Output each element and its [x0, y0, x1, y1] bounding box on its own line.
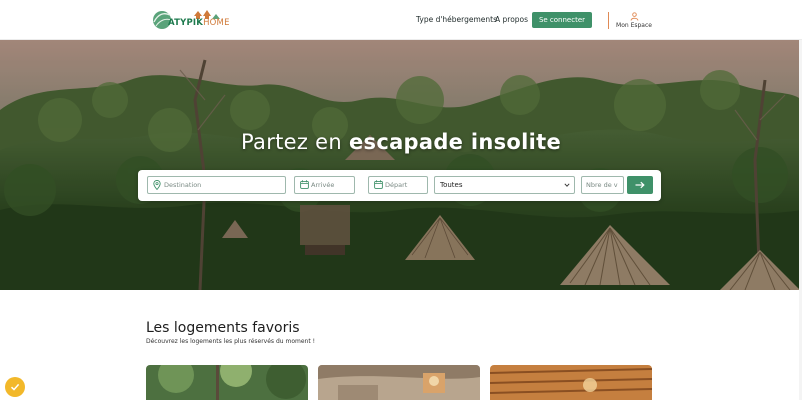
chevron-down-icon	[564, 183, 570, 187]
guests-count-field[interactable]: Nbre de v	[581, 176, 624, 194]
hero-title-regular: Partez en	[241, 130, 349, 154]
listing-photo-wooden-interior	[490, 365, 652, 400]
hero-title-bold: escapade insolite	[348, 130, 561, 154]
listing-photo-forest	[146, 365, 308, 400]
jungle-treehouse-photo	[0, 40, 802, 290]
favorites-heading: Les logements favoris	[146, 320, 300, 336]
brand-name-part1: ATYPIK	[168, 18, 204, 28]
nav-divider	[608, 12, 609, 29]
help-bubble-button[interactable]	[5, 377, 25, 397]
destination-placeholder: Destination	[164, 181, 202, 189]
atypikhome-logo[interactable]: ATYPIKHOME	[150, 8, 229, 32]
search-bar: Destination Arrivée Départ Toutes Nbre d…	[138, 170, 661, 201]
brand-name-part2: HOME	[203, 18, 230, 28]
listing-card[interactable]	[146, 365, 308, 400]
hero-title: Partez en escapade insolite	[0, 130, 802, 154]
mon-espace-label: Mon Espace	[616, 22, 652, 29]
arrivee-placeholder: Arrivée	[311, 181, 335, 189]
user-icon	[630, 12, 638, 21]
check-icon	[10, 383, 20, 391]
listing-card[interactable]	[318, 365, 480, 400]
search-submit-button[interactable]	[627, 176, 653, 194]
depart-placeholder: Départ	[385, 181, 408, 189]
location-pin-icon	[153, 180, 161, 190]
listing-photo-cave-room	[318, 365, 480, 400]
hero-banner: Partez en escapade insolite Destination …	[0, 40, 802, 290]
calendar-icon	[300, 180, 309, 189]
guests-placeholder: Nbre de v	[586, 181, 618, 189]
nav-a-propos-link[interactable]: A propos	[495, 15, 528, 24]
listing-card[interactable]	[490, 365, 652, 400]
arrivee-date-field[interactable]: Arrivée	[294, 176, 355, 194]
arrow-right-icon	[635, 181, 645, 189]
login-button[interactable]: Se connecter	[532, 12, 592, 28]
mon-espace-link[interactable]: Mon Espace	[612, 12, 656, 29]
destination-field[interactable]: Destination	[147, 176, 286, 194]
favorites-subtitle: Découvrez les logements les plus réservé…	[146, 338, 315, 345]
brand-wordmark: ATYPIKHOME	[168, 18, 230, 28]
calendar-icon	[374, 180, 383, 189]
depart-date-field[interactable]: Départ	[368, 176, 428, 194]
hebergement-type-value: Toutes	[440, 181, 463, 189]
hebergement-type-select[interactable]: Toutes	[434, 176, 575, 194]
nav-type-hebergements-link[interactable]: Type d'hébergements	[416, 15, 497, 24]
top-navbar: ATYPIKHOME Type d'hébergements A propos …	[0, 0, 802, 40]
